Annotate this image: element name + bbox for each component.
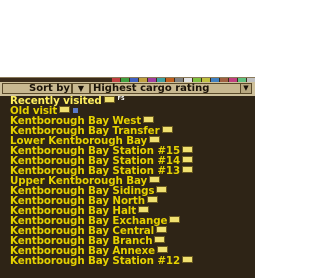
bus-stop-icon [149,176,161,183]
facility-badge: FS [117,96,125,102]
chevron-down-icon[interactable]: ▼ [240,84,251,93]
bus-stop-icon [156,186,168,193]
sort-by-button[interactable]: Sort by [2,83,72,94]
bus-stop-icon [154,236,166,243]
sort-direction-button[interactable]: ▼ [72,83,90,94]
station-name: Kentborough Bay Station #12 [10,255,181,267]
station-list: Recently visited FS Old visit Kentborough B… [0,96,255,278]
sort-criteria-value: Highest cargo rating [93,83,210,94]
bus-stop-icon [149,136,161,143]
sort-by-label: Sort by [29,83,70,94]
bus-stop-icon [182,166,194,173]
bus-stop-icon [161,126,173,133]
bus-stop-icon [59,106,71,113]
station-list-window: Sort by ▼ Highest cargo rating ▼ Recentl… [0,77,255,278]
bus-stop-icon [157,246,169,253]
bus-stop-icon [182,146,194,153]
bus-stop-icon [103,96,115,103]
bus-stop-icon [138,206,150,213]
bus-stop-icon [182,156,194,163]
bus-stop-icon [143,116,155,123]
bus-stop-icon [146,196,158,203]
bus-stop-icon [156,226,168,233]
bus-stop-icon [182,256,194,263]
sort-direction-icon: ▼ [77,84,85,93]
sort-criteria-dropdown[interactable]: Highest cargo rating ▼ [90,83,252,94]
station-list-item[interactable]: Kentborough Bay Station #12 [0,256,255,266]
truck-stop-icon [73,108,79,113]
bus-stop-icon [169,216,181,223]
